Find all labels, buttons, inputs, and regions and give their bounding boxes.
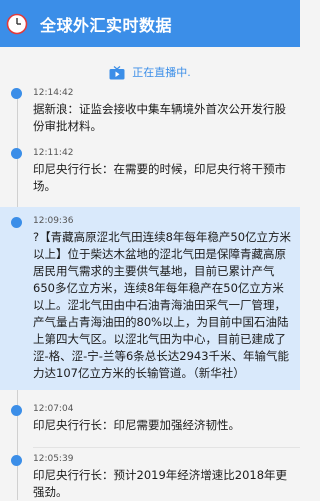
divider xyxy=(33,447,300,448)
news-text: 印尼央行行长：印尼需要加强经济韧性。 xyxy=(33,418,240,432)
news-text: 印尼央行行长：在需要的时候，印尼央行将干预市场。 xyxy=(33,162,286,193)
news-text: 据新浪：证监会接收中集车辆境外首次公开发行股份审批材料。 xyxy=(33,102,286,133)
news-time: 12:07:04 xyxy=(33,404,74,414)
timeline-dot xyxy=(11,455,22,466)
page-title: 全球外汇实时数据 xyxy=(40,15,173,35)
news-time: 12:14:42 xyxy=(33,88,74,98)
timeline-dot xyxy=(11,148,22,159)
news-item[interactable]: 12:14:42 据新浪：证监会接收中集车辆境外首次公开发行股份审批材料。 xyxy=(0,88,300,141)
news-item[interactable]: 12:05:39 印尼央行行长：预计2019年经济增速比2018年更强劲。 xyxy=(0,452,300,500)
clock-icon xyxy=(6,13,28,35)
timeline-dot xyxy=(11,217,22,228)
news-time: 12:11:42 xyxy=(33,148,74,158)
news-time: 12:05:39 xyxy=(33,454,74,464)
news-text: ?【青藏高原涩北气田连续8年每年稳产50亿立方米以上】位于柴达木盆地的涩北气田是… xyxy=(33,230,292,380)
timeline-dot xyxy=(11,88,22,99)
news-time: 12:09:36 xyxy=(33,216,74,226)
header-bar: 全球外汇实时数据 xyxy=(0,0,300,47)
news-item[interactable]: 12:07:04 印尼央行行长：印尼需要加强经济韧性。 xyxy=(0,402,300,446)
news-item-highlighted[interactable]: 12:09:36 ?【青藏高原涩北气田连续8年每年稳产50亿立方米以上】位于柴达… xyxy=(0,207,300,390)
live-label: 正在直播中. xyxy=(132,66,191,79)
live-indicator: 正在直播中. xyxy=(0,57,300,87)
news-item[interactable]: 12:11:42 印尼央行行长：在需要的时候，印尼央行将干预市场。 xyxy=(0,145,300,198)
news-text: 印尼央行行长：预计2019年经济增速比2018年更强劲。 xyxy=(33,468,288,499)
tv-icon xyxy=(109,65,125,80)
timeline-dot xyxy=(11,405,22,416)
